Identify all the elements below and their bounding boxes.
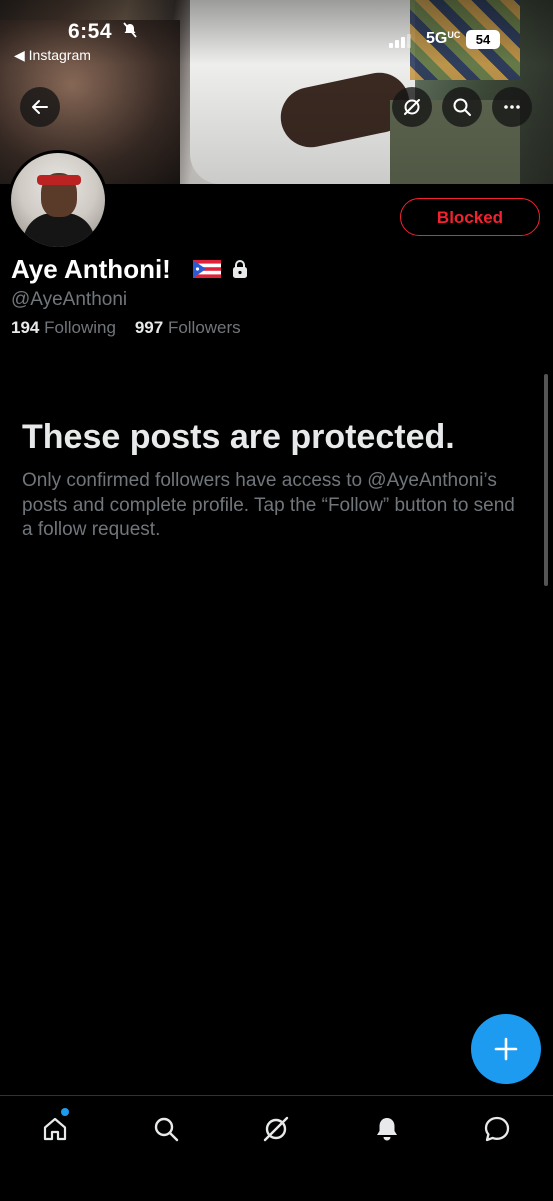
notifications-icon [377,1118,397,1141]
compose-button[interactable] [471,1014,541,1084]
more-button[interactable] [492,87,532,127]
tab-messages[interactable] [480,1112,514,1146]
protected-title: These posts are protected. [22,418,455,456]
home-notification-dot [61,1108,69,1116]
back-button[interactable] [20,87,60,127]
followers-link[interactable]: 997 Followers [135,318,241,337]
plus-icon [494,1037,518,1061]
grok-icon [404,99,420,115]
profile-handle: @AyeAnthoni [11,289,128,310]
puerto-rico-flag-icon [193,260,221,278]
arrow-left-icon [32,100,48,114]
status-bar: 6:54 ◀ Instagram 5GUC 54 [0,0,553,70]
tab-home[interactable] [38,1112,72,1146]
network-label: 5GUC [426,30,461,47]
more-icon [504,105,520,109]
blocked-button[interactable]: Blocked [400,198,540,236]
bell-off-icon [122,22,138,42]
battery-indicator: 54 [466,30,500,49]
scrollbar[interactable] [544,374,548,586]
tab-notifications[interactable] [370,1112,404,1146]
following-link[interactable]: 194 Following [11,318,116,337]
bottom-tab-bar [0,1095,553,1201]
grok-icon [263,1116,289,1142]
profile-name: Aye Anthoni! [11,254,171,284]
messages-icon [484,1116,510,1142]
protected-description: Only confirmed followers have access to … [22,470,515,540]
tab-grok[interactable] [259,1112,293,1146]
follow-stats: 194 Following 997 Followers [11,318,241,338]
home-icon [43,1117,67,1141]
signal-icon [389,34,411,48]
tab-search[interactable] [149,1112,183,1146]
lock-icon [233,260,247,278]
status-time: 6:54 [68,20,113,43]
grok-button[interactable] [392,87,432,127]
search-button[interactable] [442,87,482,127]
back-to-instagram-link[interactable]: ◀ Instagram [14,47,91,64]
search-icon [154,1117,179,1142]
avatar[interactable] [8,150,108,250]
search-icon [453,98,471,116]
